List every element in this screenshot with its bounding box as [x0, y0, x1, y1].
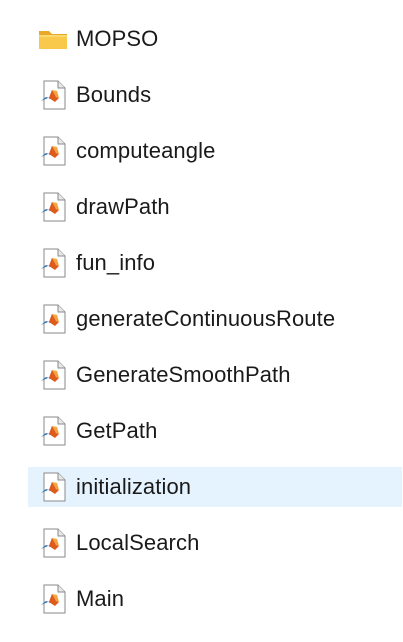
list-item-drawpath[interactable]: drawPath	[28, 187, 402, 227]
item-label: fun_info	[76, 250, 156, 275]
matlab-file-icon	[38, 359, 68, 391]
item-label: GenerateSmoothPath	[76, 362, 291, 387]
list-item-bounds[interactable]: Bounds	[28, 75, 402, 115]
matlab-file-icon	[38, 135, 68, 167]
matlab-file-icon	[38, 303, 68, 335]
item-label: Bounds	[76, 82, 152, 107]
item-label: drawPath	[76, 194, 170, 219]
item-label: initialization	[76, 474, 192, 499]
matlab-file-icon	[38, 583, 68, 615]
list-item-initialization[interactable]: initialization	[28, 467, 402, 507]
list-item-generatesmoothpath[interactable]: GenerateSmoothPath	[28, 355, 402, 395]
matlab-file-icon	[38, 247, 68, 279]
list-item-localsearch[interactable]: LocalSearch	[28, 523, 402, 563]
list-item-fun-info[interactable]: fun_info	[28, 243, 402, 283]
item-label: Main	[76, 586, 125, 611]
list-item-computeangle[interactable]: computeangle	[28, 131, 402, 171]
item-label: LocalSearch	[76, 530, 200, 555]
matlab-file-icon	[38, 191, 68, 223]
list-item-getpath[interactable]: GetPath	[28, 411, 402, 451]
file-list: MOPSO Bounds computeangle drawPath fun_i…	[0, 0, 403, 642]
item-label: MOPSO	[76, 26, 159, 51]
matlab-file-icon	[38, 415, 68, 447]
matlab-file-icon	[38, 471, 68, 503]
list-item-main[interactable]: Main	[28, 579, 402, 619]
item-label: computeangle	[76, 138, 216, 163]
item-label: generateContinuousRoute	[76, 306, 336, 331]
list-item-mopso[interactable]: MOPSO	[28, 19, 402, 59]
folder-icon	[38, 23, 68, 55]
item-label: GetPath	[76, 418, 158, 443]
matlab-file-icon	[38, 527, 68, 559]
matlab-file-icon	[38, 79, 68, 111]
list-item-generatecontinuousroute[interactable]: generateContinuousRoute	[28, 299, 402, 339]
